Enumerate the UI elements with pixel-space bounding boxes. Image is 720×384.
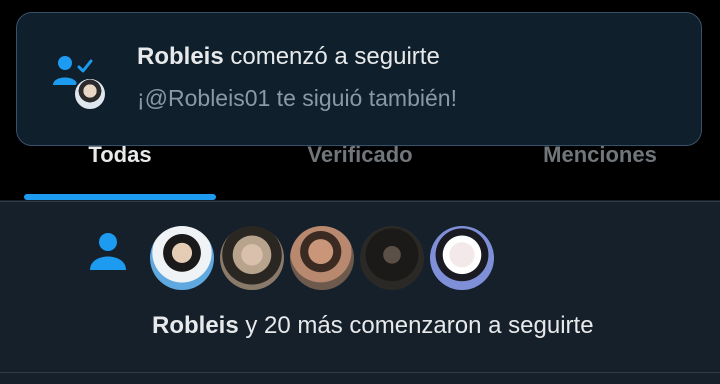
- follow-notification[interactable]: Robleis y 20 más comenzaron a seguirte: [0, 202, 720, 384]
- notification-message: y 20 más comenzaron a seguirte: [245, 312, 594, 339]
- avatar-5[interactable]: [430, 226, 494, 290]
- avatar-1[interactable]: [150, 226, 214, 290]
- notification-text: Robleis y 20 más comenzaron a seguirte: [152, 312, 594, 340]
- toast-avatar[interactable]: [73, 77, 107, 111]
- notification-divider: [0, 372, 720, 373]
- toast-username[interactable]: Robleis: [137, 43, 224, 70]
- toast-action: comenzó a seguirte: [230, 43, 440, 70]
- avatar-4[interactable]: [360, 226, 424, 290]
- active-tab-indicator: [24, 194, 216, 200]
- toast-title: Robleis comenzó a seguirte: [137, 43, 440, 71]
- notification-username[interactable]: Robleis: [152, 312, 239, 339]
- avatar-2[interactable]: [220, 226, 284, 290]
- avatar-3[interactable]: [290, 226, 354, 290]
- person-icon: [90, 233, 126, 270]
- follow-toast[interactable]: Robleis comenzó a seguirte ¡@Robleis01 t…: [16, 12, 702, 146]
- toast-subtitle: ¡@Robleis01 te siguió también!: [137, 85, 457, 111]
